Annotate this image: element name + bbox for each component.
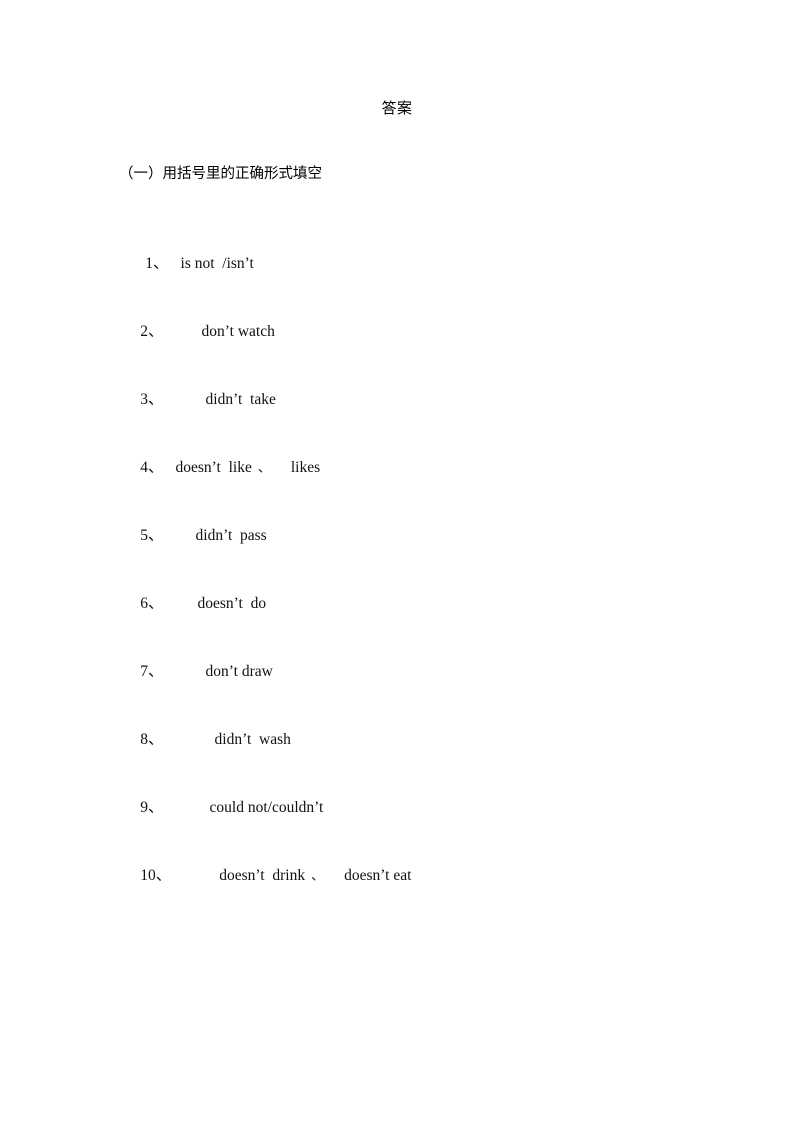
item-answer: doesn’t do <box>197 595 267 612</box>
item-answer: doesn’t drink <box>219 867 306 884</box>
list-item: 2、 don’t watch <box>0 296 794 340</box>
list-item: 6、 doesn’t do <box>0 568 794 612</box>
item-answer: doesn’t like <box>175 459 252 476</box>
item-number: 5、 <box>140 527 164 544</box>
item-number: 10、 <box>140 867 172 884</box>
list-item: 9、 could not/couldn’t <box>0 772 794 816</box>
item-answer: is not /isn’t <box>180 255 254 272</box>
item-number: 4、 <box>140 459 164 476</box>
item-answer: didn’t wash <box>214 731 291 748</box>
item-number: 1、 <box>145 255 169 272</box>
item-number: 9、 <box>140 799 164 816</box>
item-separator: 、 <box>257 460 271 475</box>
document-page: 答案 （一）用括号里的正确形式填空 1、 is not /isn’t 2、 don’… <box>0 0 794 1123</box>
item-number: 6、 <box>140 595 164 612</box>
item-answer-second: doesn’t eat <box>344 867 412 884</box>
item-number: 8、 <box>140 731 164 748</box>
page-title: 答案 <box>381 100 413 117</box>
item-answer: didn’t take <box>205 391 276 408</box>
item-answer-second: likes <box>290 459 321 476</box>
section-heading: （一）用括号里的正确形式填空 <box>119 166 322 182</box>
list-item: 1、 is not /isn’t <box>0 228 794 272</box>
item-answer: don’t draw <box>205 663 273 680</box>
item-separator: 、 <box>311 868 325 883</box>
list-item: 4、 doesn’t like 、 likes <box>0 432 794 476</box>
list-item: 7、 don’t draw <box>0 636 794 680</box>
item-number: 7、 <box>140 663 164 680</box>
list-item: 5、 didn’t pass <box>0 500 794 544</box>
item-number: 3、 <box>140 391 164 408</box>
item-answer: didn’t pass <box>195 527 267 544</box>
item-number: 2、 <box>140 323 164 340</box>
list-item: 8、 didn’t wash <box>0 704 794 748</box>
item-answer: could not/couldn’t <box>209 799 324 816</box>
list-item: 10、 doesn’t drink 、 doesn’t eat <box>0 840 794 884</box>
item-answer: don’t watch <box>201 323 275 340</box>
list-item: 3、 didn’t take <box>0 364 794 408</box>
